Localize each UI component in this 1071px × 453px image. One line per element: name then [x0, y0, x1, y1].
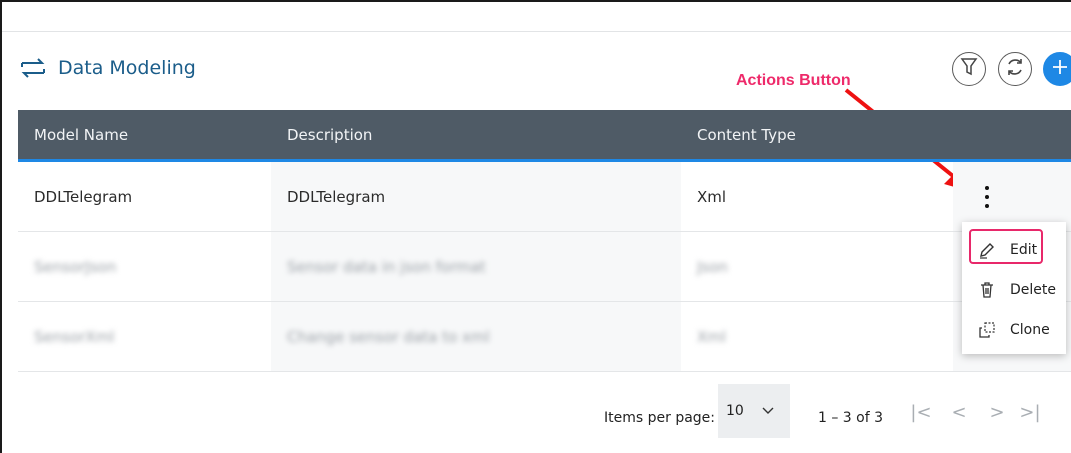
menu-item-label: Clone: [1010, 322, 1050, 338]
next-page-icon[interactable]: >: [986, 402, 1008, 423]
cell-content-type: Xml: [697, 187, 727, 206]
trash-icon: [976, 281, 998, 299]
cell-content-type: Xml: [697, 327, 727, 346]
cell-content-type: Json: [697, 257, 728, 276]
column-header-model-name[interactable]: Model Name: [18, 126, 271, 144]
cell-model-name: SensorXml: [34, 327, 115, 346]
actions-cell: [953, 162, 1071, 231]
cell-model-name: DDLTelegram: [34, 187, 133, 206]
items-per-page-label: Items per page:: [604, 410, 716, 426]
page-title: Data Modeling: [58, 57, 196, 79]
refresh-icon: [1004, 56, 1026, 83]
models-table: Model Name Description Content Type DDLT…: [18, 110, 1071, 372]
cell-model-name: SensorJson: [34, 257, 117, 276]
filter-icon: [960, 57, 978, 82]
menu-item-clone[interactable]: Clone: [962, 310, 1066, 350]
filter-button[interactable]: [952, 52, 986, 86]
chevron-down-icon: [762, 407, 774, 415]
cell-description: Change sensor data to xml: [271, 302, 681, 371]
pagination-bar: Items per page: 10 1 – 3 of 3 |< < > >|: [18, 378, 1071, 438]
menu-item-delete[interactable]: Delete: [962, 270, 1066, 310]
page-header: Data Modeling: [18, 48, 196, 88]
cell-description: DDLTelegram: [271, 162, 681, 231]
cell-description: Sensor data in json format: [271, 232, 681, 301]
swap-arrows-icon: [18, 53, 48, 83]
table-row[interactable]: SensorJson Sensor data in json format Js…: [18, 232, 1071, 302]
pagination-range: 1 – 3 of 3: [818, 410, 884, 426]
menu-item-label: Delete: [1010, 282, 1056, 298]
table-row[interactable]: DDLTelegram DDLTelegram Xml: [18, 162, 1071, 232]
last-page-icon[interactable]: >|: [1019, 402, 1041, 423]
previous-page-icon[interactable]: <: [948, 402, 970, 423]
column-header-description[interactable]: Description: [271, 126, 681, 144]
edit-highlight-box: [969, 229, 1043, 264]
table-row[interactable]: SensorXml Change sensor data to xml Xml: [18, 302, 1071, 372]
clone-icon: [976, 321, 998, 339]
plus-icon: [1051, 58, 1069, 81]
column-header-content-type[interactable]: Content Type: [681, 126, 953, 144]
annotation-label: Actions Button: [736, 72, 851, 89]
items-per-page-select[interactable]: 10: [718, 384, 790, 438]
items-per-page-value: 10: [726, 403, 744, 419]
actions-menu-button[interactable]: [983, 185, 991, 208]
top-bar: [2, 2, 1071, 32]
add-button[interactable]: [1043, 52, 1071, 86]
first-page-icon[interactable]: |<: [910, 402, 932, 423]
table-header: Model Name Description Content Type: [18, 110, 1071, 162]
refresh-button[interactable]: [998, 52, 1032, 86]
